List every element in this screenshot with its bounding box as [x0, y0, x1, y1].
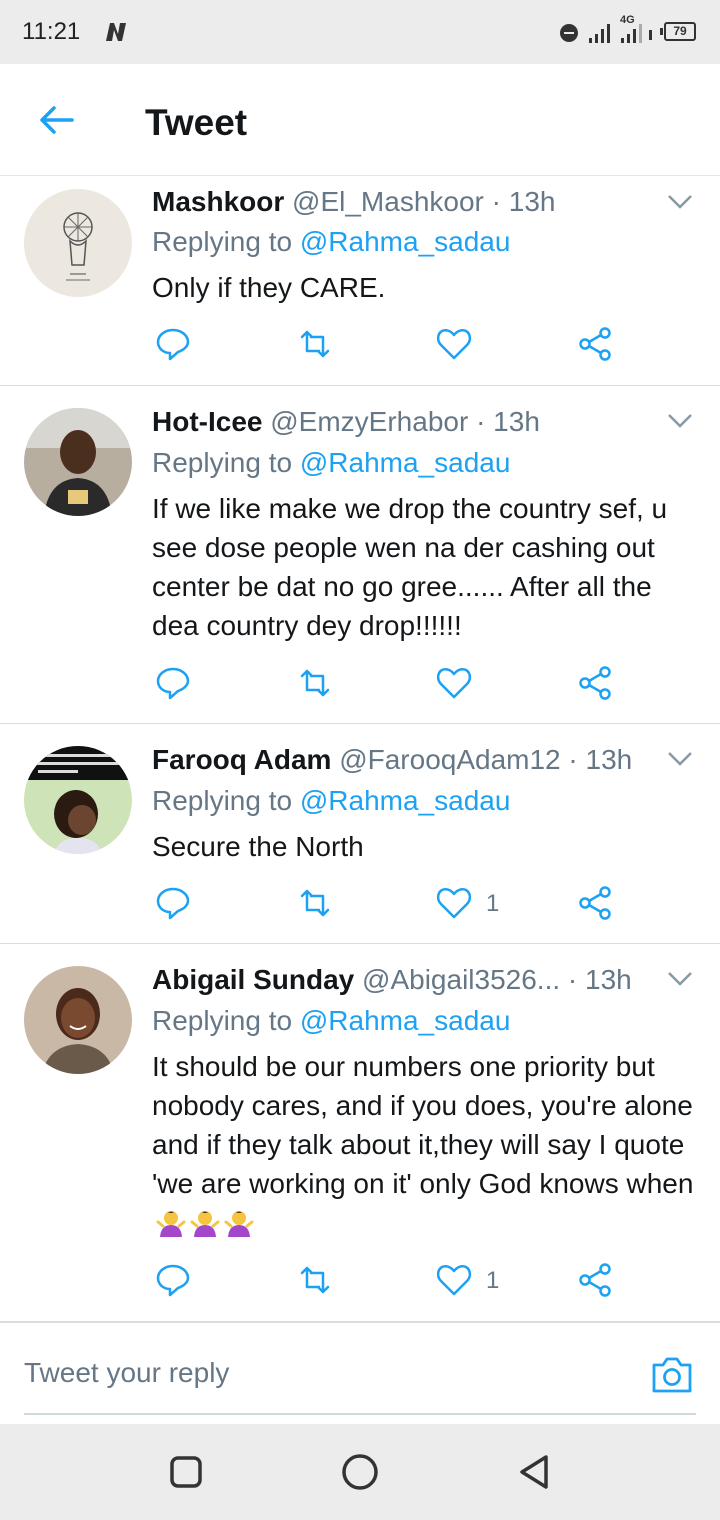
- page-title: Tweet: [145, 102, 248, 143]
- reply-composer: [0, 1322, 720, 1424]
- replying-to-link[interactable]: @Rahma_sadau: [300, 226, 511, 257]
- tweet-text-content: It should be our numbers one priority bu…: [152, 1051, 694, 1199]
- tweet-time: · 13h: [468, 406, 540, 437]
- tweet-time: · 13h: [483, 186, 556, 217]
- shrug-emoji-icon: [156, 1211, 186, 1237]
- share-icon[interactable]: [577, 666, 613, 700]
- back-arrow-icon[interactable]: [36, 102, 76, 138]
- replying-to-link[interactable]: @Rahma_sadau: [300, 785, 511, 816]
- author-name[interactable]: Hot-Icee: [152, 406, 262, 437]
- tweet-text: Secure the North: [152, 831, 364, 862]
- avatar[interactable]: [24, 408, 132, 516]
- author-name[interactable]: Abigail Sunday: [152, 964, 354, 995]
- shrug-emoji-icon: [224, 1211, 254, 1237]
- share-icon[interactable]: [577, 327, 613, 361]
- replying-to-label: Replying to: [152, 226, 300, 257]
- signal-4g-icon: [621, 24, 652, 43]
- author-handle[interactable]: @El_Mashkoor: [292, 186, 484, 217]
- replying-to-label: Replying to: [152, 447, 300, 478]
- do-not-disturb-icon: [560, 24, 578, 42]
- retweet-icon[interactable]: [297, 1263, 333, 1297]
- avatar[interactable]: [24, 746, 132, 854]
- notification-n-icon: [106, 23, 126, 41]
- replying-to-link[interactable]: @Rahma_sadau: [300, 447, 511, 478]
- author-name[interactable]: Mashkoor: [152, 186, 284, 217]
- chevron-down-icon[interactable]: [666, 193, 694, 211]
- author-handle[interactable]: @FarooqAdam12: [339, 744, 560, 775]
- tweet-text: Only if they CARE.: [152, 272, 386, 303]
- tweet-header: Farooq Adam @FarooqAdam12 · 13h: [152, 740, 632, 780]
- reply-icon[interactable]: [155, 327, 191, 361]
- camera-icon[interactable]: [650, 1355, 694, 1395]
- status-bar: 11:21 4G 79: [0, 0, 720, 64]
- share-icon[interactable]: [577, 886, 613, 920]
- tweet-header: Abigail Sunday @Abigail3526... · 13h: [152, 960, 632, 1000]
- author-handle[interactable]: @EmzyErhabor: [270, 406, 468, 437]
- chevron-down-icon[interactable]: [666, 970, 694, 988]
- shrug-emoji-icon: [190, 1211, 220, 1237]
- tweet-text: If we like make we drop the country sef,…: [152, 493, 668, 641]
- tweet-time: · 13h: [560, 744, 633, 775]
- heart-icon[interactable]: [436, 327, 472, 361]
- tweet-item[interactable]: Abigail Sunday @Abigail3526... · 13h Rep…: [0, 944, 720, 1322]
- app-header: Tweet: [0, 64, 720, 176]
- tweet-text: It should be our numbers one priority bu…: [152, 1047, 697, 1242]
- avatar[interactable]: [24, 189, 132, 297]
- retweet-icon[interactable]: [297, 886, 333, 920]
- recent-apps-icon[interactable]: [166, 1452, 206, 1492]
- replying-to-line: Replying to @Rahma_sadau: [152, 443, 510, 483]
- retweet-icon[interactable]: [297, 666, 333, 700]
- tweet-item[interactable]: Farooq Adam @FarooqAdam12 · 13h Replying…: [0, 724, 720, 944]
- retweet-icon[interactable]: [297, 327, 333, 361]
- reply-input-underline: [24, 1413, 696, 1415]
- tweet-item[interactable]: Mashkoor @El_Mashkoor · 13h Replying to …: [0, 177, 720, 386]
- tweet-header: Mashkoor @El_Mashkoor · 13h: [152, 182, 555, 222]
- replying-to-label: Replying to: [152, 1005, 300, 1036]
- share-icon[interactable]: [577, 1263, 613, 1297]
- replying-to-link[interactable]: @Rahma_sadau: [300, 1005, 511, 1036]
- replying-to-line: Replying to @Rahma_sadau: [152, 222, 510, 262]
- replying-to-line: Replying to @Rahma_sadau: [152, 781, 510, 821]
- chevron-down-icon[interactable]: [666, 412, 694, 430]
- like-count: 1: [486, 1267, 500, 1294]
- chevron-down-icon[interactable]: [666, 750, 694, 768]
- tweet-item[interactable]: Hot-Icee @EmzyErhabor · 13h Replying to …: [0, 386, 720, 724]
- battery-indicator: 79: [660, 22, 696, 41]
- author-name[interactable]: Farooq Adam: [152, 744, 331, 775]
- heart-icon[interactable]: [436, 1263, 472, 1297]
- tweet-header: Hot-Icee @EmzyErhabor · 13h: [152, 402, 540, 442]
- system-nav-bar: [0, 1424, 720, 1520]
- status-time: 11:21: [22, 18, 81, 45]
- home-icon[interactable]: [340, 1452, 380, 1492]
- back-triangle-icon[interactable]: [514, 1452, 554, 1492]
- reply-input[interactable]: [24, 1351, 624, 1395]
- reply-icon[interactable]: [155, 886, 191, 920]
- heart-icon[interactable]: [436, 666, 472, 700]
- avatar[interactable]: [24, 966, 132, 1074]
- heart-icon[interactable]: [436, 886, 472, 920]
- author-handle[interactable]: @Abigail3526...: [362, 964, 560, 995]
- reply-icon[interactable]: [155, 1263, 191, 1297]
- reply-icon[interactable]: [155, 666, 191, 700]
- signal-icon: [589, 24, 610, 43]
- tweet-time: · 13h: [560, 964, 632, 995]
- replying-to-line: Replying to @Rahma_sadau: [152, 1001, 510, 1041]
- replying-to-label: Replying to: [152, 785, 300, 816]
- like-count: 1: [486, 890, 500, 917]
